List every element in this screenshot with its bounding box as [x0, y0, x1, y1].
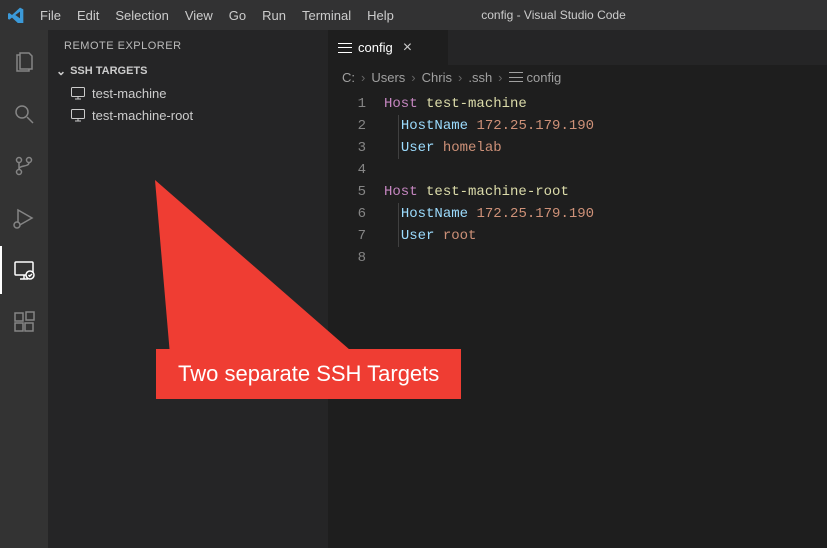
breadcrumb-seg: config	[527, 70, 562, 85]
sidebar: REMOTE EXPLORER ⌄ SSH TARGETS test-machi…	[48, 30, 328, 548]
menu-help[interactable]: Help	[359, 4, 402, 27]
ssh-target-item[interactable]: test-machine	[48, 82, 328, 104]
editor-area: config × C: › Users › Chris › .ssh › config …	[328, 30, 827, 548]
activity-search[interactable]	[0, 90, 48, 138]
chevron-right-icon: ›	[498, 70, 502, 85]
menu-selection[interactable]: Selection	[107, 4, 176, 27]
ssh-target-label: test-machine-root	[92, 108, 193, 123]
code-line[interactable]	[384, 247, 827, 269]
activity-extensions[interactable]	[0, 298, 48, 346]
code-line[interactable]: HostName 172.25.179.190	[384, 115, 827, 137]
chevron-right-icon: ›	[361, 70, 365, 85]
activity-debug[interactable]	[0, 194, 48, 242]
search-icon	[12, 102, 36, 126]
menu-go[interactable]: Go	[221, 4, 254, 27]
breadcrumb-seg: Chris	[422, 70, 452, 85]
chevron-right-icon: ›	[458, 70, 462, 85]
breadcrumb-seg: Users	[371, 70, 405, 85]
code-line[interactable]: User homelab	[384, 137, 827, 159]
main-area: REMOTE EXPLORER ⌄ SSH TARGETS test-machi…	[0, 30, 827, 548]
list-icon	[509, 72, 523, 82]
ssh-targets-header[interactable]: ⌄ SSH TARGETS	[48, 62, 328, 80]
menu-file[interactable]: File	[32, 4, 69, 27]
debug-icon	[12, 206, 36, 230]
code-line[interactable]: Host test-machine	[384, 93, 827, 115]
ssh-target-item[interactable]: test-machine-root	[48, 104, 328, 126]
code-line[interactable]: Host test-machine-root	[384, 181, 827, 203]
ssh-targets-list: test-machine test-machine-root	[48, 80, 328, 128]
menu-terminal[interactable]: Terminal	[294, 4, 359, 27]
menu-run[interactable]: Run	[254, 4, 294, 27]
line-number: 7	[328, 225, 366, 247]
source-control-icon	[12, 154, 36, 178]
titlebar: File Edit Selection View Go Run Terminal…	[0, 0, 827, 30]
chevron-down-icon: ⌄	[56, 64, 66, 78]
vscode-logo-icon	[8, 7, 24, 23]
code-line[interactable]: HostName 172.25.179.190	[384, 203, 827, 225]
breadcrumb-seg: .ssh	[468, 70, 492, 85]
tab-config[interactable]: config ×	[328, 30, 448, 65]
activity-bar	[0, 30, 48, 548]
line-number: 8	[328, 247, 366, 269]
code-line[interactable]: User root	[384, 225, 827, 247]
line-number: 3	[328, 137, 366, 159]
code-content[interactable]: Host test-machine HostName 172.25.179.19…	[384, 93, 827, 548]
annotation-label: Two separate SSH Targets	[156, 349, 461, 399]
ssh-target-label: test-machine	[92, 86, 166, 101]
remote-explorer-icon	[12, 258, 36, 282]
section-label: SSH TARGETS	[70, 65, 147, 77]
code-line[interactable]	[384, 159, 827, 181]
line-number: 2	[328, 115, 366, 137]
list-icon	[338, 43, 352, 53]
monitor-icon	[70, 107, 86, 123]
chevron-right-icon: ›	[411, 70, 415, 85]
menu-view[interactable]: View	[177, 4, 221, 27]
line-number: 4	[328, 159, 366, 181]
breadcrumb[interactable]: C: › Users › Chris › .ssh › config	[328, 65, 827, 89]
line-number: 6	[328, 203, 366, 225]
activity-source-control[interactable]	[0, 142, 48, 190]
menu-bar: File Edit Selection View Go Run Terminal…	[32, 4, 402, 27]
code-editor[interactable]: 12345678 Host test-machine HostName 172.…	[328, 89, 827, 548]
sidebar-title: REMOTE EXPLORER	[48, 30, 328, 62]
monitor-icon	[70, 85, 86, 101]
editor-tabs: config ×	[328, 30, 827, 65]
close-icon[interactable]: ×	[403, 39, 412, 57]
line-number: 1	[328, 93, 366, 115]
tab-label: config	[358, 40, 393, 55]
line-number: 5	[328, 181, 366, 203]
extensions-icon	[12, 310, 36, 334]
activity-explorer[interactable]	[0, 38, 48, 86]
files-icon	[12, 50, 36, 74]
menu-edit[interactable]: Edit	[69, 4, 107, 27]
line-gutter: 12345678	[328, 93, 384, 548]
breadcrumb-seg: C:	[342, 70, 355, 85]
activity-remote-explorer[interactable]	[0, 246, 48, 294]
